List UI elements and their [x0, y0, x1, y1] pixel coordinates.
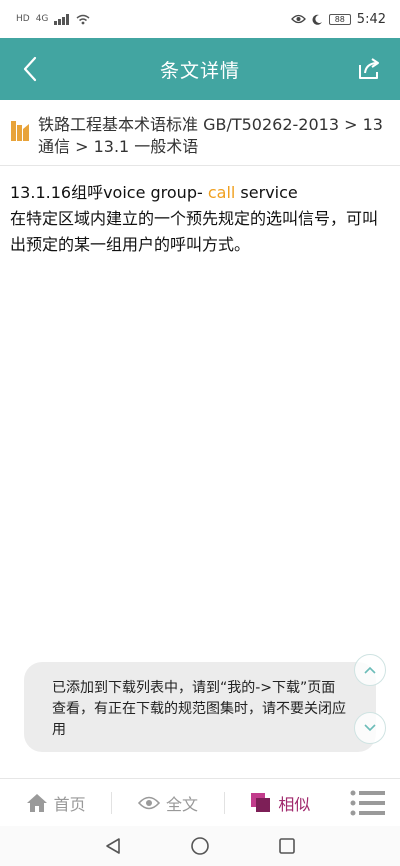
nav-similar[interactable]: 相似	[225, 779, 336, 827]
system-home-button[interactable]	[183, 829, 217, 863]
menu-icon	[350, 790, 385, 815]
moon-icon	[312, 14, 322, 25]
wifi-icon	[76, 14, 90, 24]
term-suffix: service	[235, 183, 298, 202]
chevron-left-icon	[23, 56, 37, 82]
breadcrumb-separator: >	[339, 115, 363, 134]
eye-icon	[290, 14, 306, 24]
menu-button[interactable]	[336, 779, 400, 827]
share-button[interactable]	[350, 48, 390, 90]
breadcrumb-section[interactable]: 13.1 一般术语	[94, 137, 199, 156]
battery-icon: 88	[328, 13, 351, 25]
nav-fulltext[interactable]: 全文	[112, 779, 223, 827]
nav-home-label: 首页	[53, 794, 86, 814]
book-icon	[11, 121, 29, 141]
breadcrumb: 铁路工程基本术语标准 GB/T50262-2013 > 13 通信 > 13.1…	[0, 104, 400, 166]
scroll-up-button[interactable]	[354, 654, 386, 686]
status-left: HD 4G	[16, 13, 90, 25]
hd-indicator: HD	[16, 14, 30, 24]
system-back-button[interactable]	[96, 829, 130, 863]
page-title: 条文详情	[159, 59, 240, 82]
nav-home[interactable]: 首页	[0, 779, 111, 827]
nav-similar-label: 相似	[278, 794, 311, 814]
breadcrumb-separator: >	[70, 137, 94, 156]
system-recents-button[interactable]	[270, 829, 304, 863]
system-nav-bar	[0, 826, 400, 866]
circle-home-icon	[191, 837, 209, 855]
nav-fulltext-label: 全文	[165, 794, 198, 814]
signal-icon	[54, 13, 70, 25]
scroll-down-button[interactable]	[354, 712, 386, 744]
chevron-down-icon	[364, 724, 376, 732]
term-definition: 在特定区域内建立的一个预先规定的选叫信号，可叫出预定的某一组用户的呼叫方式。	[10, 209, 379, 254]
eye-icon	[137, 796, 160, 809]
network-type: 4G	[35, 14, 49, 24]
similar-icon	[251, 792, 271, 812]
square-recents-icon	[278, 838, 295, 854]
article-content: 13.1.16组呼voice group- call service 在特定区域…	[10, 180, 390, 258]
bottom-nav: 首页 全文 相似	[0, 778, 400, 826]
share-icon	[359, 58, 379, 79]
app-header: 条文详情	[0, 38, 400, 100]
clock: 5:42	[356, 11, 386, 27]
term-highlight: call	[207, 183, 236, 202]
term-title: 13.1.16组呼voice group- call service	[10, 180, 390, 206]
breadcrumb-text: 铁路工程基本术语标准 GB/T50262-2013 > 13 通信 > 13.1…	[38, 114, 390, 165]
download-toast: 已添加到下载列表中，请到“我的->下载”页面查看，有正在下载的规范图集时，请不要…	[24, 662, 376, 752]
home-icon	[26, 793, 47, 812]
chevron-up-icon	[364, 666, 376, 674]
term-prefix: 13.1.16组呼voice group-	[10, 183, 208, 202]
triangle-back-icon	[106, 838, 121, 854]
status-bar: HD 4G 88 5:42	[0, 0, 400, 38]
breadcrumb-book[interactable]: 铁路工程基本术语标准 GB/T50262-2013	[38, 115, 339, 134]
toast-message: 已添加到下载列表中，请到“我的->下载”页面查看，有正在下载的规范图集时，请不要…	[52, 680, 346, 738]
status-right: 88 5:42	[290, 11, 386, 27]
back-button[interactable]	[10, 48, 50, 90]
